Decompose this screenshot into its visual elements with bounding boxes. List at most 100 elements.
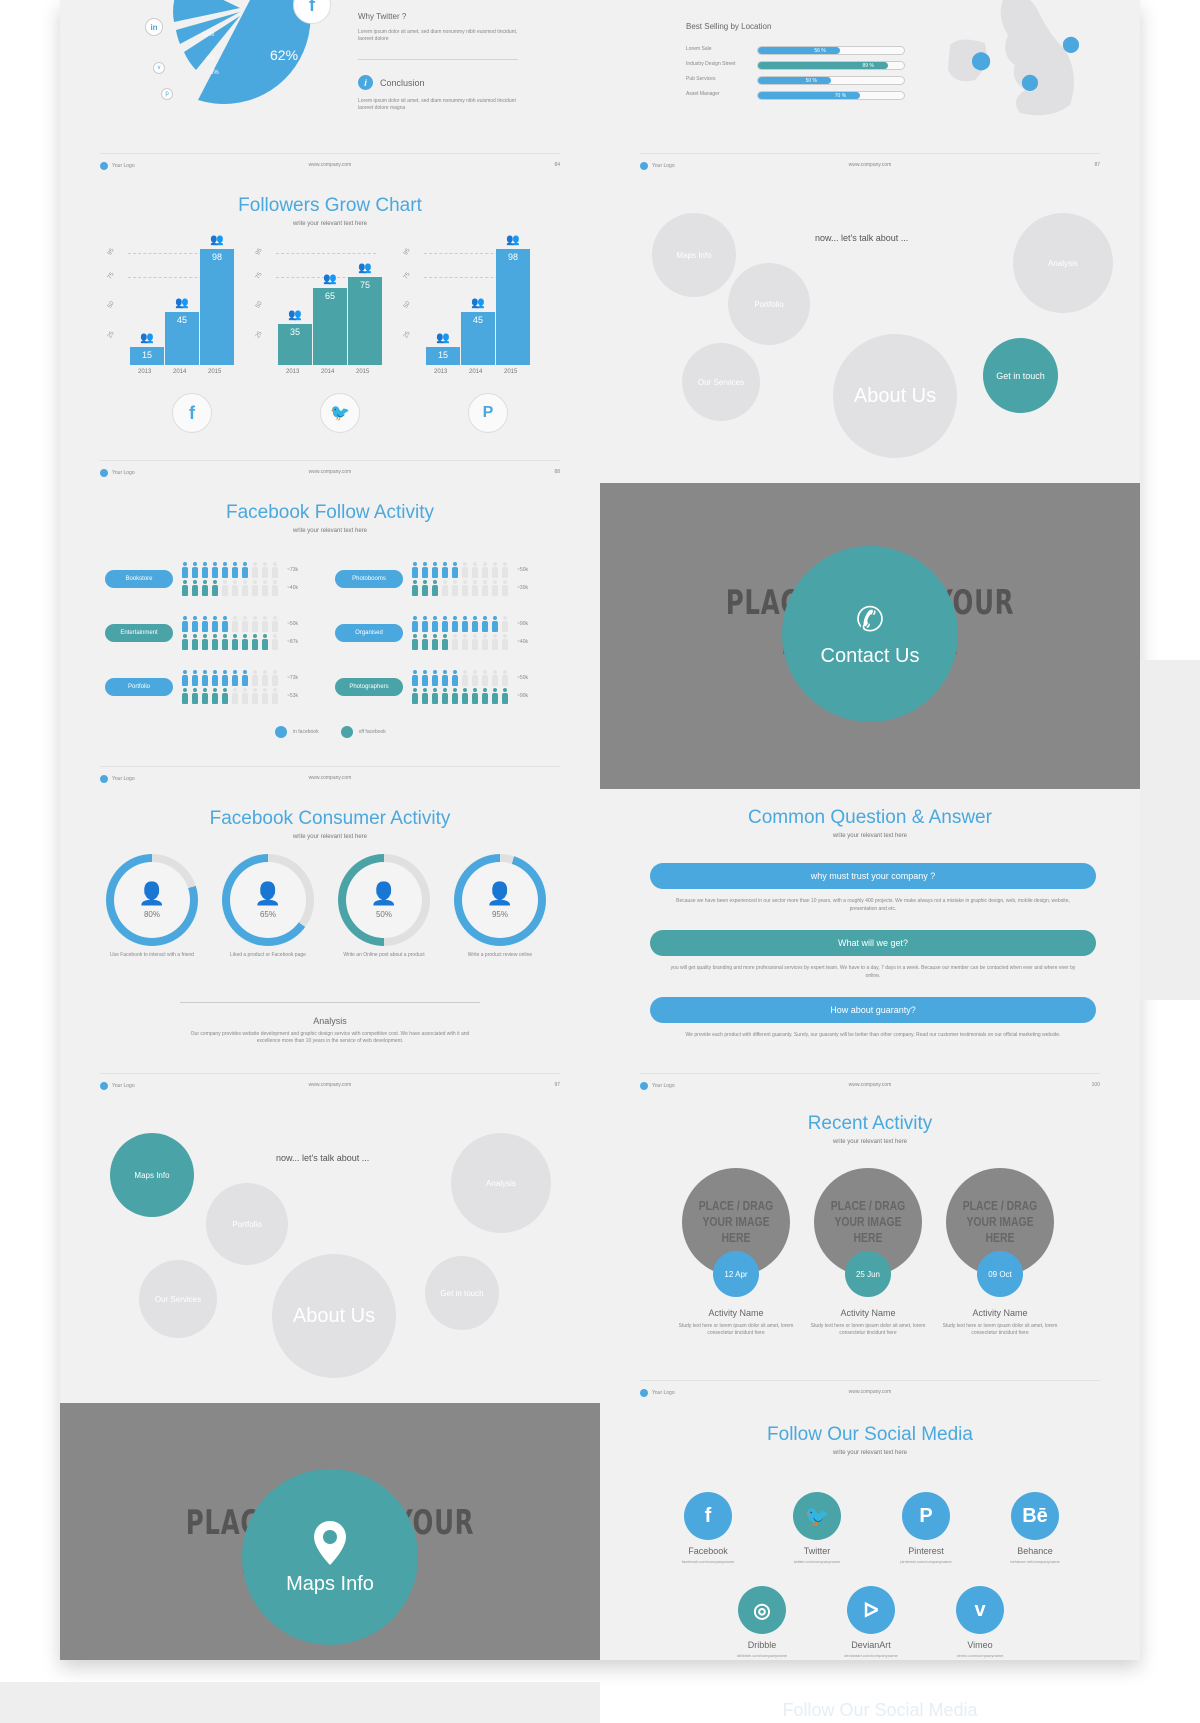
figure-row (181, 634, 281, 655)
map-pin-icon[interactable]: ⬤ (1021, 72, 1039, 92)
progress-bar: 89 % (757, 61, 905, 70)
person-icon (201, 670, 209, 686)
person-icon (231, 580, 239, 596)
person-icon (491, 616, 499, 632)
facebook-button[interactable]: f (172, 393, 212, 433)
person-icon (181, 634, 189, 650)
bubble-get-in-touch[interactable]: Get in touch (983, 338, 1058, 413)
bar: 45 (165, 311, 199, 365)
pinterest-button[interactable]: P (468, 393, 508, 433)
x-tick-label: 2014 (469, 369, 483, 375)
social-facebook[interactable]: f Facebook facebook.com/companyname (682, 1492, 734, 1564)
pie-label: 12% (202, 32, 215, 38)
person-icon (251, 616, 259, 632)
contact-us-label: Contact Us (820, 644, 920, 667)
person-icon (461, 616, 469, 632)
progress-fill: 70 % (758, 92, 861, 99)
person-icon (271, 634, 279, 650)
bubble-get-in-touch[interactable]: Get in touch (425, 1256, 499, 1330)
bubble-about-us[interactable]: About Us (272, 1254, 396, 1378)
facebook-icon[interactable]: f (684, 1492, 732, 1540)
bubble-about-us[interactable]: About Us (833, 334, 957, 458)
map-pin-icon[interactable]: ⬤ (1062, 34, 1080, 54)
bubble-our-services[interactable]: Our Services (682, 343, 760, 421)
progress-bar: 70 % (757, 91, 905, 100)
person-icon (261, 670, 269, 686)
person-icon (411, 616, 419, 632)
category-pill[interactable]: Entertainment (105, 624, 173, 642)
person-icon (441, 580, 449, 596)
map-pin-icon[interactable]: ⬤ (971, 50, 991, 71)
vimeo-icon[interactable]: v (956, 1586, 1004, 1634)
social-vimeo[interactable]: v Vimeo vimeo.com/companyname (955, 1586, 1005, 1658)
best-selling-title: Best Selling by Location (686, 22, 772, 31)
person-icon (261, 580, 269, 596)
bubble-analysis[interactable]: Analysis (451, 1133, 551, 1233)
bubble-maps-info[interactable]: Maps Info (110, 1133, 194, 1217)
social-twitter[interactable]: 🐦 Twitter twitter.com/companyname (792, 1492, 842, 1564)
slide-subtitle: write your relevant text here (292, 221, 368, 227)
person-icon (211, 616, 219, 632)
ring-inner: 👤 95% (462, 862, 538, 938)
maps-info-button[interactable]: Maps Info (242, 1469, 418, 1645)
date-badge: 09 Oct (977, 1251, 1023, 1297)
category-pill[interactable]: Photobooms (335, 570, 403, 588)
bubble-portfolio[interactable]: Portfolio (728, 263, 810, 345)
question-pill[interactable]: How about guaranty? (650, 997, 1096, 1023)
deviantart-icon[interactable]: ᐅ (847, 1586, 895, 1634)
person-icon (451, 580, 459, 596)
best-selling-slide: Best Selling by Location Lorem Sale 56 % I… (600, 0, 1140, 153)
legend-swatch-teal (340, 726, 353, 738)
social-dribble[interactable]: ◎ Dribble dribbble.com/companyname (737, 1586, 787, 1658)
count-label: ~53k (287, 693, 298, 699)
contact-us-button[interactable]: ✆ Contact Us (782, 546, 958, 722)
progress-bar: 50 % (757, 76, 905, 85)
progress-fill: 89 % (758, 62, 888, 69)
question-pill[interactable]: why must trust your company ? (650, 863, 1096, 889)
person-icon (431, 688, 439, 704)
category-pill[interactable]: Bookstore (105, 570, 173, 588)
twitter-icon[interactable]: 🐦 (793, 1492, 841, 1540)
bubble-analysis[interactable]: Analysis (1013, 213, 1113, 313)
why-twitter-title: Why Twitter ? (358, 12, 407, 21)
conclusion-title: Conclusion (380, 78, 425, 88)
person-icon (501, 670, 509, 686)
category-pill[interactable]: Portfolio (105, 678, 173, 696)
vimeo-icon: v (153, 62, 165, 74)
why-twitter-text: Lorem ipsum dolor sit amet, sed diam non… (358, 29, 518, 42)
person-icon (201, 580, 209, 596)
person-icon (221, 634, 229, 650)
figure-row (411, 580, 511, 601)
person-icon (491, 670, 499, 686)
pinterest-icon: p (161, 88, 173, 100)
social-url: deviantart.com/companyname (844, 1653, 898, 1658)
social-pinterest[interactable]: P Pinterest pinterest.com/companyname (900, 1492, 952, 1564)
people-icon: 👥 (210, 234, 224, 247)
category-pill[interactable]: Photographers (335, 678, 403, 696)
person-icon (211, 688, 219, 704)
bubble-maps-info[interactable]: Maps Info (652, 213, 736, 297)
social-devianart[interactable]: ᐅ DevianArt deviantart.com/companyname (844, 1586, 898, 1658)
person-icon (221, 580, 229, 596)
person-icon (181, 562, 189, 578)
legend-label: off facebook (358, 729, 386, 735)
question-pill[interactable]: What will we get? (650, 930, 1096, 956)
progress-fill: 56 % (758, 47, 840, 54)
behance-icon[interactable]: Bē (1011, 1492, 1059, 1540)
divider (358, 59, 518, 60)
category-pill[interactable]: Organised (335, 624, 403, 642)
twitter-button[interactable]: 🐦 (320, 393, 360, 433)
person-icon (421, 562, 429, 578)
person-icon (191, 634, 199, 650)
dribbble-icon[interactable]: ◎ (738, 1586, 786, 1634)
person-icon (261, 562, 269, 578)
social-behance[interactable]: Bē Behance behance.net/companyname (1010, 1492, 1060, 1564)
bubble-our-services[interactable]: Our Services (139, 1260, 217, 1338)
pinterest-icon[interactable]: P (902, 1492, 950, 1540)
person-icon (501, 616, 509, 632)
page-number: 84 (554, 162, 560, 168)
person-icon (471, 580, 479, 596)
person-icon (181, 580, 189, 596)
header-url: www.company.com (308, 1082, 352, 1088)
bubble-portfolio[interactable]: Portfolio (206, 1183, 288, 1265)
